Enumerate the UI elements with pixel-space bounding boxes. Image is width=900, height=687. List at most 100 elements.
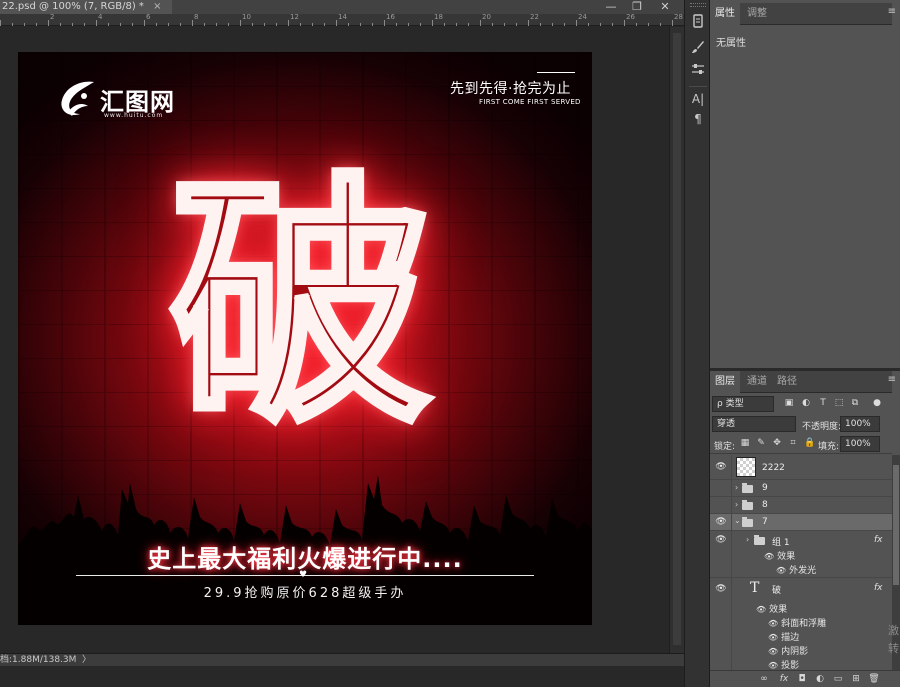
history-icon[interactable] bbox=[689, 14, 707, 32]
tab-adjustments[interactable]: 调整 bbox=[742, 3, 772, 25]
effects-label[interactable]: 👁 效果 bbox=[764, 549, 795, 562]
filter-type-icon[interactable]: T bbox=[818, 398, 828, 409]
tab-layers[interactable]: 图层 bbox=[710, 371, 740, 393]
blend-mode-select[interactable]: 穿透 bbox=[712, 416, 796, 432]
eye-icon[interactable]: 👁 bbox=[715, 517, 727, 527]
layers-menu-icon[interactable]: ≡ bbox=[888, 374, 896, 385]
filter-smart-object-icon[interactable]: ⧉ bbox=[850, 398, 860, 409]
fill-field[interactable]: 100% bbox=[840, 436, 880, 452]
ruler-number: 28 bbox=[674, 13, 683, 21]
eye-icon[interactable]: 👁 bbox=[768, 619, 778, 628]
tab-properties[interactable]: 属性 bbox=[710, 3, 740, 25]
eye-icon[interactable]: 👁 bbox=[715, 535, 727, 545]
filter-adjustment-icon[interactable]: ◐ bbox=[801, 398, 811, 409]
dock-separator bbox=[689, 86, 707, 87]
ruler-tick bbox=[360, 23, 361, 26]
eye-icon[interactable]: 👁 bbox=[715, 584, 727, 594]
visibility-cell[interactable] bbox=[710, 497, 732, 513]
layer-row-9[interactable]: › 9 bbox=[710, 480, 892, 497]
opacity-field[interactable]: 100% bbox=[840, 416, 880, 432]
document-tab[interactable]: 22.psd @ 100% (7, RGB/8) * × bbox=[0, 0, 172, 14]
layer-name[interactable]: 8 bbox=[762, 500, 768, 510]
lock-label: 锁定: bbox=[714, 442, 736, 452]
layers-scroll-thumb[interactable] bbox=[893, 465, 899, 585]
effect-stroke[interactable]: 👁 描边 bbox=[768, 630, 799, 643]
layer-row-text-po[interactable]: 👁 T 破 fx 👁 效果 👁 斜面和浮雕 👁 描边 👁 内阴影 👁 投影 bbox=[710, 578, 892, 670]
document-size-readout: 档:1.88M/138.3M bbox=[0, 655, 77, 665]
layer-row-2222[interactable]: 👁 2222 bbox=[710, 455, 892, 480]
ruler-number: 14 bbox=[338, 13, 347, 21]
link-layers-icon[interactable]: ∞ bbox=[758, 673, 770, 685]
layer-filter-select[interactable]: ρ 类型 bbox=[712, 396, 774, 412]
heart-icon: ♥ bbox=[299, 570, 308, 580]
layer-name[interactable]: 7 bbox=[762, 517, 768, 527]
restore-icon[interactable]: ❐ bbox=[626, 0, 648, 14]
lock-transparency-icon[interactable]: ▦ bbox=[740, 438, 750, 449]
effect-drop-shadow[interactable]: 👁 投影 bbox=[768, 658, 799, 670]
filter-toggle-icon[interactable]: ● bbox=[872, 398, 882, 409]
effects-label[interactable]: 👁 效果 bbox=[756, 602, 787, 615]
ruler-tick bbox=[504, 23, 505, 26]
expand-chevron-icon[interactable]: › bbox=[746, 535, 749, 544]
ruler-tick bbox=[252, 23, 253, 26]
lock-artboard-icon[interactable]: ⌗ bbox=[788, 438, 798, 449]
eye-icon[interactable]: 👁 bbox=[715, 462, 727, 472]
paragraph-panel-icon[interactable]: ¶ bbox=[689, 110, 707, 128]
new-adjustment-icon[interactable]: ◐ bbox=[814, 673, 826, 685]
layer-row-group-1[interactable]: 👁 › 组 1 fx 👁 效果 👁 外发光 bbox=[710, 531, 892, 578]
visibility-cell[interactable] bbox=[710, 480, 732, 496]
filter-pixel-icon[interactable]: ▣ bbox=[784, 398, 794, 409]
artwork-canvas[interactable]: 汇图网 www.huitu.com 先到先得·抢完为止 FIRST COME F… bbox=[18, 52, 592, 625]
minimize-icon[interactable]: — bbox=[600, 0, 622, 14]
effect-name: 描边 bbox=[781, 633, 800, 643]
effect-inner-shadow[interactable]: 👁 内阴影 bbox=[768, 644, 808, 657]
properties-menu-icon[interactable]: ≡ bbox=[888, 6, 896, 17]
layer-name[interactable]: 破 bbox=[772, 583, 781, 596]
dock-grip[interactable] bbox=[690, 3, 706, 7]
new-group-icon[interactable]: ▭ bbox=[832, 673, 844, 685]
scroll-thumb[interactable] bbox=[673, 33, 681, 645]
delete-layer-icon[interactable]: 🗑 bbox=[868, 673, 880, 685]
lock-image-icon[interactable]: ✎ bbox=[756, 438, 766, 449]
tab-channels[interactable]: 通道 bbox=[742, 371, 772, 393]
brush-icon[interactable] bbox=[689, 40, 707, 58]
layer-name[interactable]: 2222 bbox=[762, 463, 785, 473]
status-menu-arrow[interactable]: 〉 bbox=[82, 654, 91, 666]
eye-icon[interactable]: 👁 bbox=[768, 633, 778, 642]
eye-icon[interactable]: 👁 bbox=[768, 661, 778, 670]
vertical-scrollbar[interactable] bbox=[669, 27, 684, 653]
expand-chevron-icon[interactable]: › bbox=[735, 500, 738, 509]
properties-panel-body: 无属性 bbox=[710, 25, 892, 373]
new-layer-icon[interactable]: ⊞ bbox=[850, 673, 862, 685]
add-style-icon[interactable]: fx bbox=[778, 673, 790, 685]
lock-all-icon[interactable]: 🔒 bbox=[804, 438, 815, 449]
layer-row-8[interactable]: › 8 bbox=[710, 497, 892, 514]
eye-icon[interactable]: 👁 bbox=[764, 552, 774, 561]
close-tab-icon[interactable]: × bbox=[153, 1, 161, 12]
eye-icon[interactable]: 👁 bbox=[768, 647, 778, 656]
collapse-chevron-icon[interactable]: ⌄ bbox=[734, 516, 741, 525]
effect-bevel-emboss[interactable]: 👁 斜面和浮雕 bbox=[768, 616, 826, 629]
eye-icon[interactable]: 👁 bbox=[756, 605, 766, 614]
ruler-tick bbox=[540, 23, 541, 26]
adjustment-sliders-icon[interactable] bbox=[689, 62, 707, 80]
filter-shape-icon[interactable]: ⬚ bbox=[834, 398, 844, 409]
layer-name[interactable]: 9 bbox=[762, 483, 768, 493]
promo-subline: 29.9抢购原价628超级手办 bbox=[203, 586, 407, 601]
character-panel-icon[interactable]: A| bbox=[689, 90, 707, 108]
layer-row-7[interactable]: 👁 ⌄ 7 bbox=[710, 514, 892, 531]
layer-effects-icon[interactable]: fx bbox=[874, 583, 883, 593]
effect-outer-glow[interactable]: 👁 外发光 bbox=[776, 563, 816, 576]
expand-chevron-icon[interactable]: › bbox=[735, 483, 738, 492]
layer-name[interactable]: 组 1 bbox=[772, 535, 790, 548]
ruler-number: 22 bbox=[530, 13, 539, 21]
layer-effects-icon[interactable]: fx bbox=[874, 535, 883, 545]
add-mask-icon[interactable]: ◘ bbox=[796, 673, 808, 685]
watermark-char: 转 bbox=[888, 642, 899, 655]
close-window-icon[interactable]: ✕ bbox=[654, 0, 676, 14]
eye-icon[interactable]: 👁 bbox=[776, 566, 786, 575]
layer-filter-row: ρ 类型 ▣ ◐ T ⬚ ⧉ ● bbox=[710, 394, 892, 414]
ruler-tick bbox=[468, 23, 469, 26]
tab-paths[interactable]: 路径 bbox=[772, 371, 802, 393]
lock-position-icon[interactable]: ✥ bbox=[772, 438, 782, 449]
